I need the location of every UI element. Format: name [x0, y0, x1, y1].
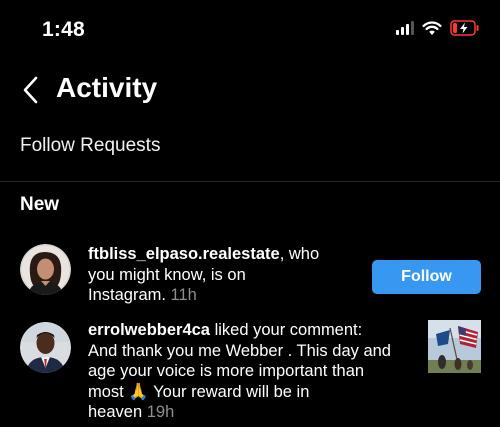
notification-text: ftbliss_elpaso.realestate, who you might… — [88, 245, 320, 304]
username[interactable]: errolwebber4ca — [88, 321, 210, 339]
section-heading-new: New — [20, 194, 60, 215]
follow-requests-link[interactable]: Follow Requests — [20, 135, 160, 157]
folded-hands-icon: 🙏 — [128, 382, 149, 401]
status-icons — [396, 20, 480, 36]
status-bar: 1:48 — [0, 0, 500, 60]
notification-row[interactable]: ftbliss_elpaso.realestate, who you might… — [0, 242, 500, 304]
username[interactable]: ftbliss_elpaso.realestate — [88, 245, 280, 263]
wifi-icon — [422, 20, 442, 35]
follow-button[interactable]: Follow — [372, 260, 481, 294]
avatar[interactable] — [20, 322, 71, 373]
status-time: 1:48 — [42, 18, 85, 41]
header: Activity — [0, 70, 500, 110]
timestamp: 19h — [146, 403, 175, 421]
post-thumbnail[interactable] — [428, 320, 481, 373]
battery-low-charging-icon — [450, 20, 479, 36]
divider — [0, 181, 500, 182]
page-title: Activity — [56, 72, 158, 103]
timestamp: 11h — [170, 286, 197, 304]
avatar[interactable] — [20, 244, 71, 295]
chevron-left-icon[interactable] — [18, 72, 44, 108]
notification-text: errolwebber4ca liked your comment: And t… — [88, 321, 391, 421]
notification-row[interactable]: errolwebber4ca liked your comment: And t… — [0, 320, 500, 427]
cellular-signal-icon — [396, 21, 414, 35]
